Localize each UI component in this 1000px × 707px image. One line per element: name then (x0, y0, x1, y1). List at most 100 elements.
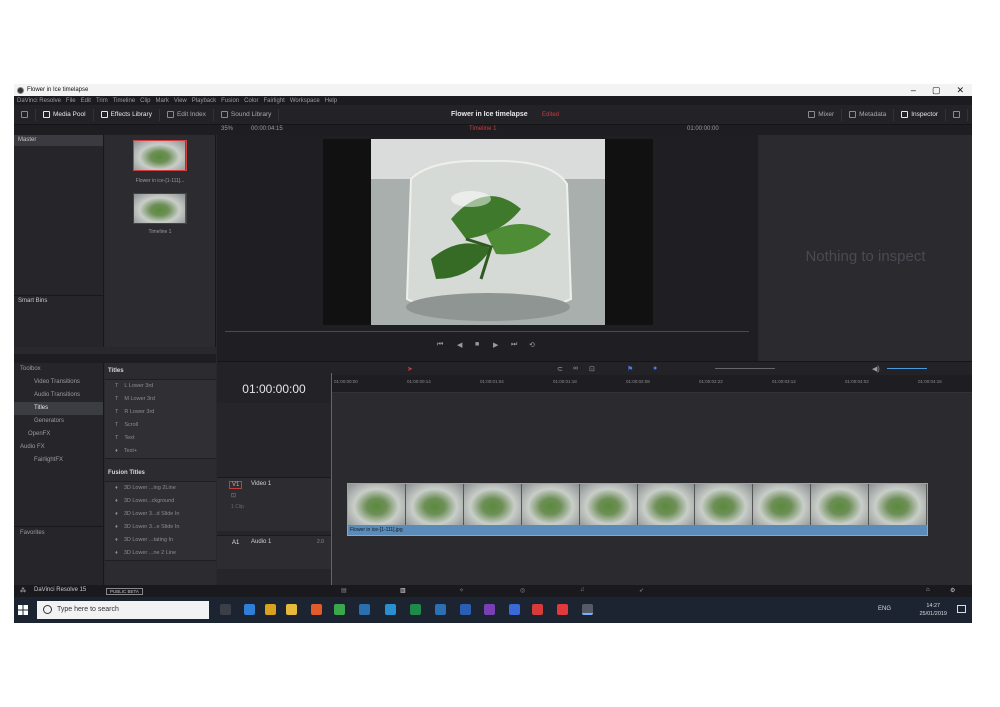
toolbox-titles[interactable]: Titles (14, 402, 103, 415)
davinci-resolve-taskbar-icon[interactable] (582, 604, 593, 615)
menu-playback[interactable]: Playback (192, 98, 216, 104)
selection-tool-icon[interactable]: ➤ (407, 365, 413, 373)
media-page-icon[interactable]: ▤ (341, 587, 347, 594)
toolbox-root[interactable]: Toolbox (14, 363, 103, 376)
menu-workspace[interactable]: Workspace (290, 98, 320, 104)
clip-thumbnail[interactable] (133, 140, 187, 171)
color-page-icon[interactable]: ◎ (520, 587, 525, 594)
language-indicator[interactable]: ENG (878, 606, 891, 612)
video-track-tag[interactable]: V1 (229, 481, 243, 489)
title-item-scroll[interactable]: T Scroll (105, 419, 216, 432)
windows-start-icon[interactable] (18, 605, 28, 615)
firefox-icon[interactable] (311, 604, 322, 615)
timeline-thumbnail[interactable] (133, 193, 187, 224)
app-icon[interactable] (334, 604, 345, 615)
zoom-slider[interactable] (715, 368, 775, 369)
audio-track-tag[interactable]: A1 (229, 539, 242, 547)
menu-davinci[interactable]: DaVinci Resolve (17, 98, 61, 104)
edge-browser-icon[interactable] (244, 604, 255, 615)
bin-master[interactable]: Master (14, 135, 103, 146)
effects-library-button[interactable]: Effects Library (94, 108, 160, 121)
store-icon[interactable] (265, 604, 276, 615)
title-item-text-plus[interactable]: ♦ Text+ (105, 445, 216, 458)
zoom-level[interactable]: 35% (221, 126, 233, 132)
fusion-title-item[interactable]: ♦ 3D Lower 3...d Slide In (105, 508, 216, 521)
lightroom-icon[interactable] (359, 604, 370, 615)
toolbox-video-transitions[interactable]: Video Transitions (14, 376, 103, 389)
title-item-r-lower[interactable]: T R Lower 3rd (105, 406, 216, 419)
maximize-button[interactable]: ▢ (932, 84, 941, 96)
title-item-text[interactable]: T Text (105, 432, 216, 445)
playhead[interactable] (331, 373, 332, 585)
timeline-selector[interactable]: Timeline 1 (469, 126, 496, 132)
home-icon[interactable]: ⌂ (926, 587, 930, 593)
excel-icon[interactable] (410, 604, 421, 615)
fusion-title-item[interactable]: ♦ 3D Lower ...ne 2 Line (105, 547, 216, 560)
toggle-panel-button[interactable] (14, 108, 36, 121)
expand-button[interactable] (946, 108, 968, 121)
fusion-title-item[interactable]: ♦ 3D Lower ...tating In (105, 534, 216, 547)
acrobat-icon[interactable] (557, 604, 568, 615)
edit-page-icon[interactable]: ▥ (400, 587, 406, 594)
fusion-page-icon[interactable]: ✧ (459, 587, 464, 594)
media-pool-button[interactable]: Media Pool (36, 108, 94, 121)
marker-icon[interactable]: ● (653, 365, 657, 372)
menu-fusion[interactable]: Fusion (221, 98, 239, 104)
loop-icon[interactable]: ⟲ (529, 341, 535, 349)
settings-gear-icon[interactable]: ⚙ (950, 587, 955, 594)
toolbox-audiofx[interactable]: Audio FX (14, 441, 103, 454)
menu-timeline[interactable]: Timeline (113, 98, 135, 104)
volume-icon[interactable]: ◀) (872, 365, 880, 373)
minimize-button[interactable]: – (911, 84, 916, 96)
menu-help[interactable]: Help (325, 98, 337, 104)
edit-index-button[interactable]: Edit Index (160, 108, 214, 121)
menu-edit[interactable]: Edit (81, 98, 91, 104)
notifications-icon[interactable] (957, 605, 966, 613)
menu-fairlight[interactable]: Fairlight (263, 98, 284, 104)
file-explorer-icon[interactable] (286, 604, 297, 615)
lock-icon[interactable]: ⊡ (589, 365, 595, 373)
play-icon[interactable]: ▶ (493, 341, 498, 349)
deliver-page-icon[interactable]: ➶ (639, 587, 644, 594)
taskbar-clock[interactable]: 14:27 25/01/2019 (919, 602, 947, 618)
fusion-title-item[interactable]: ♦ 3D Lower 3...e Slide In (105, 521, 216, 534)
menu-mark[interactable]: Mark (156, 98, 169, 104)
photoshop-icon[interactable] (385, 604, 396, 615)
metadata-button[interactable]: Metadata (842, 108, 895, 121)
timeline-area[interactable]: Flower in ice-[1-111].jpg (331, 393, 972, 585)
flag-icon[interactable]: ⚑ (627, 365, 633, 373)
menu-clip[interactable]: Clip (140, 98, 150, 104)
taskbar-search-input[interactable]: Type here to search (37, 601, 209, 619)
title-item-l-lower[interactable]: T L Lower 3rd (105, 380, 216, 393)
fusion-title-item[interactable]: ♦ 3D Lower ...ing 2Line (105, 482, 216, 495)
menu-view[interactable]: View (174, 98, 187, 104)
title-item-m-lower[interactable]: T M Lower 3rd (105, 393, 216, 406)
toolbox-audio-transitions[interactable]: Audio Transitions (14, 389, 103, 402)
menu-trim[interactable]: Trim (96, 98, 108, 104)
menu-color[interactable]: Color (244, 98, 258, 104)
outlook-icon[interactable] (460, 604, 471, 615)
toolbox-fairlightfx[interactable]: FairlightFX (14, 454, 103, 467)
sound-library-button[interactable]: Sound Library (214, 108, 280, 121)
snapping-icon[interactable]: ⊂ (557, 365, 563, 373)
mixer-button[interactable]: Mixer (801, 108, 843, 121)
stop-icon[interactable]: ■ (475, 341, 479, 348)
inspector-button[interactable]: Inspector (894, 108, 946, 121)
task-view-icon[interactable] (220, 604, 231, 615)
toolbox-openfx[interactable]: OpenFX (14, 428, 103, 441)
timeline-ruler[interactable]: 01:00:00:00 01:00:00:14 01:00:01:04 01:0… (331, 375, 972, 393)
fairlight-page-icon[interactable]: ♫ (580, 587, 585, 593)
volume-slider[interactable] (887, 368, 927, 369)
step-back-icon[interactable]: ◀ (457, 341, 462, 349)
link-icon[interactable]: ∞ (573, 365, 578, 372)
media-icon[interactable] (532, 604, 543, 615)
fusion-title-item[interactable]: ♦ 3D Lower...ckground (105, 495, 216, 508)
track-lock-icon[interactable]: ⊡ (231, 492, 236, 499)
go-to-start-icon[interactable]: ⏮ (437, 341, 443, 349)
video-clip[interactable]: Flower in ice-[1-111].jpg (347, 483, 928, 536)
word-icon[interactable] (435, 604, 446, 615)
close-button[interactable]: ✕ (956, 84, 964, 96)
go-to-end-icon[interactable]: ⏭ (511, 341, 517, 349)
browser-icon[interactable] (509, 604, 520, 615)
menu-file[interactable]: File (66, 98, 76, 104)
